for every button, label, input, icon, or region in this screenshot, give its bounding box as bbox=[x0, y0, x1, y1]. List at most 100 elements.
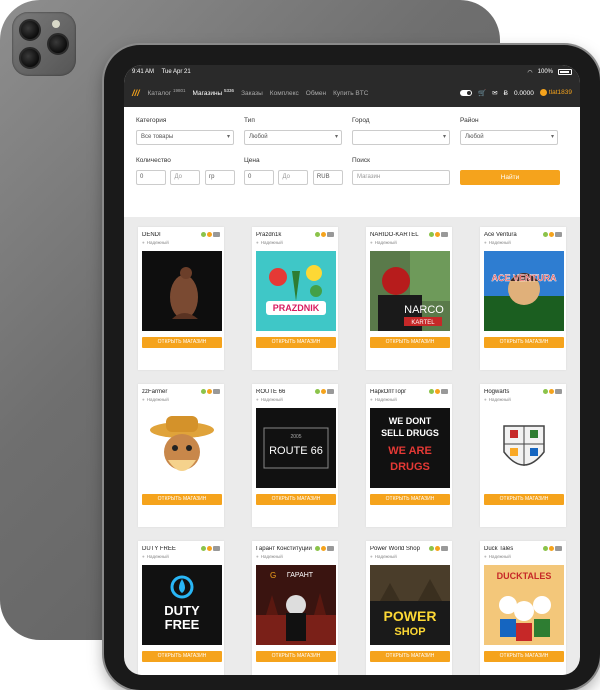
shop-name[interactable]: DENDI bbox=[142, 232, 204, 238]
theme-toggle[interactable] bbox=[460, 90, 473, 96]
status-time: 9:41 AM bbox=[132, 69, 155, 75]
site-logo[interactable]: /// bbox=[132, 88, 140, 98]
price-to-input[interactable]: До bbox=[278, 170, 309, 185]
avatar bbox=[539, 89, 547, 97]
message-icon[interactable] bbox=[327, 232, 334, 237]
wifi-icon: ◠ bbox=[527, 69, 533, 76]
currency-select[interactable]: RUB bbox=[312, 170, 343, 185]
camera-module bbox=[12, 12, 76, 76]
verified-badge-icon bbox=[201, 389, 206, 394]
rating-badge-icon bbox=[549, 389, 554, 394]
shop-image[interactable]: NARCO KARTEL bbox=[370, 251, 450, 331]
open-shop-button[interactable]: ОТКРЫТЬ МАГАЗИН bbox=[370, 651, 450, 662]
type-select[interactable]: Любой bbox=[244, 130, 342, 145]
shop-image[interactable] bbox=[142, 251, 222, 331]
shop-image[interactable]: PRAZDNIK bbox=[256, 251, 336, 331]
shop-name[interactable]: ROUTE 66 bbox=[256, 389, 318, 395]
shop-status: Надежный bbox=[256, 240, 334, 245]
nav-item-buy-btc[interactable]: Купить BTC bbox=[333, 90, 368, 97]
shop-name[interactable]: Ace Ventura bbox=[484, 232, 546, 238]
shop-image[interactable] bbox=[484, 408, 564, 488]
message-icon[interactable] bbox=[327, 389, 334, 394]
shop-card: ROUTE 66 Надежный 2005 ROUTE 66 ОТКРЫТЬ МАГА… bbox=[252, 384, 338, 527]
message-icon[interactable] bbox=[441, 389, 448, 394]
shop-image[interactable]: POWER SHOP bbox=[370, 565, 450, 645]
open-shop-button[interactable]: ОТКРЫТЬ МАГАЗИН bbox=[370, 494, 450, 505]
shop-badges bbox=[315, 232, 334, 237]
district-label: Район bbox=[460, 117, 479, 124]
shop-badges bbox=[429, 389, 448, 394]
find-button[interactable]: Найти bbox=[460, 170, 560, 185]
thumb-text: PRAZDNIK bbox=[273, 303, 320, 313]
search-input[interactable]: Магазин bbox=[352, 170, 450, 185]
nav-item-exchange[interactable]: Обмен bbox=[306, 90, 326, 97]
open-shop-button[interactable]: ОТКРЫТЬ МАГАЗИН bbox=[256, 337, 336, 348]
shop-badges bbox=[201, 389, 220, 394]
cart-icon[interactable]: 🛒 bbox=[478, 89, 486, 97]
message-icon[interactable] bbox=[441, 546, 448, 551]
screen: 9:41 AM Tue Apr 21 ◠ 100% /// Каталог 19… bbox=[124, 65, 580, 675]
shop-image[interactable]: DUCKTALES bbox=[484, 565, 564, 645]
battery-icon bbox=[558, 69, 572, 75]
verified-badge-icon bbox=[201, 546, 206, 551]
message-icon[interactable] bbox=[555, 232, 562, 237]
nav-item-complex[interactable]: Комплекс bbox=[270, 90, 299, 97]
shop-name[interactable]: Гарант Конституции bbox=[256, 546, 318, 552]
shop-status: Надежный bbox=[370, 397, 448, 402]
quantity-to-input[interactable]: До bbox=[170, 170, 201, 185]
shop-image[interactable]: DUTY FREE bbox=[142, 565, 222, 645]
nav-item-shops[interactable]: Магазины 5336 bbox=[192, 88, 234, 97]
open-shop-button[interactable]: ОТКРЫТЬ МАГАЗИН bbox=[484, 494, 564, 505]
shop-name[interactable]: Prazdn1k bbox=[256, 232, 318, 238]
shop-card: Hogwarts Надежный ОТКРЫТЬ МАГАЗИН bbox=[480, 384, 566, 527]
shop-name[interactable]: Power World Shop bbox=[370, 546, 432, 552]
thumb-sub: SHOP bbox=[394, 626, 425, 638]
open-shop-button[interactable]: ОТКРЫТЬ МАГАЗИН bbox=[484, 651, 564, 662]
message-icon[interactable] bbox=[327, 546, 334, 551]
thumb-sub: 2005 bbox=[290, 434, 301, 440]
shop-name[interactable]: Duck Tales bbox=[484, 546, 546, 552]
shop-name[interactable]: НаркОптТорг bbox=[370, 389, 432, 395]
open-shop-button[interactable]: ОТКРЫТЬ МАГАЗИН bbox=[256, 651, 336, 662]
search-label: Поиск bbox=[352, 157, 371, 164]
open-shop-button[interactable]: ОТКРЫТЬ МАГАЗИН bbox=[142, 337, 222, 348]
rating-badge-icon bbox=[321, 546, 326, 551]
district-select[interactable]: Любой bbox=[460, 130, 558, 145]
shop-image[interactable] bbox=[142, 408, 222, 488]
open-shop-button[interactable]: ОТКРЫТЬ МАГАЗИН bbox=[484, 337, 564, 348]
shop-image[interactable]: ГАРАНТ G bbox=[256, 565, 336, 645]
balance: 0.0000 bbox=[513, 89, 534, 97]
nav-item-catalog[interactable]: Каталог 19801 bbox=[148, 88, 186, 97]
category-select[interactable]: Все товары bbox=[136, 130, 234, 145]
message-icon[interactable] bbox=[441, 232, 448, 237]
message-icon[interactable] bbox=[213, 232, 220, 237]
unit-select[interactable]: гр bbox=[204, 170, 235, 185]
open-shop-button[interactable]: ОТКРЫТЬ МАГАЗИН bbox=[370, 337, 450, 348]
mail-icon[interactable]: ✉ bbox=[492, 89, 497, 97]
open-shop-button[interactable]: ОТКРЫТЬ МАГАЗИН bbox=[256, 494, 336, 505]
open-shop-button[interactable]: ОТКРЫТЬ МАГАЗИН bbox=[142, 651, 222, 662]
shop-image[interactable]: 2005 ROUTE 66 bbox=[256, 408, 336, 488]
shop-name[interactable]: zzFarmer bbox=[142, 389, 204, 395]
open-shop-button[interactable]: ОТКРЫТЬ МАГАЗИН bbox=[142, 494, 222, 505]
shop-card: НаркОптТорг Надежный WE DONT SELL DRUGS WE A… bbox=[366, 384, 452, 527]
message-icon[interactable] bbox=[213, 389, 220, 394]
message-icon[interactable] bbox=[213, 546, 220, 551]
thumb-text: NARCO bbox=[404, 304, 444, 316]
city-select[interactable] bbox=[352, 130, 450, 145]
verified-badge-icon bbox=[543, 232, 548, 237]
price-from-input[interactable]: 0 bbox=[244, 170, 274, 185]
shop-name[interactable]: Hogwarts bbox=[484, 389, 546, 395]
nav-item-orders[interactable]: Заказы bbox=[241, 90, 263, 97]
shop-card: NARIDO-KARTEL Надежный NARCO KARTEL ОТКРЫТЬ … bbox=[366, 227, 452, 370]
user-menu[interactable]: tlat1839 bbox=[539, 89, 572, 97]
shop-name[interactable]: DUTY FREE bbox=[142, 546, 204, 552]
shop-image[interactable]: WE DONT SELL DRUGS WE ARE DRUGS bbox=[370, 408, 450, 488]
shop-image[interactable]: ACE VENTURA bbox=[484, 251, 564, 331]
quantity-from-input[interactable]: 0 bbox=[136, 170, 166, 185]
message-icon[interactable] bbox=[555, 389, 562, 394]
shop-name[interactable]: NARIDO-KARTEL bbox=[370, 232, 432, 238]
shop-badges bbox=[201, 546, 220, 551]
thumb-sub: KARTEL bbox=[411, 320, 435, 326]
message-icon[interactable] bbox=[555, 546, 562, 551]
